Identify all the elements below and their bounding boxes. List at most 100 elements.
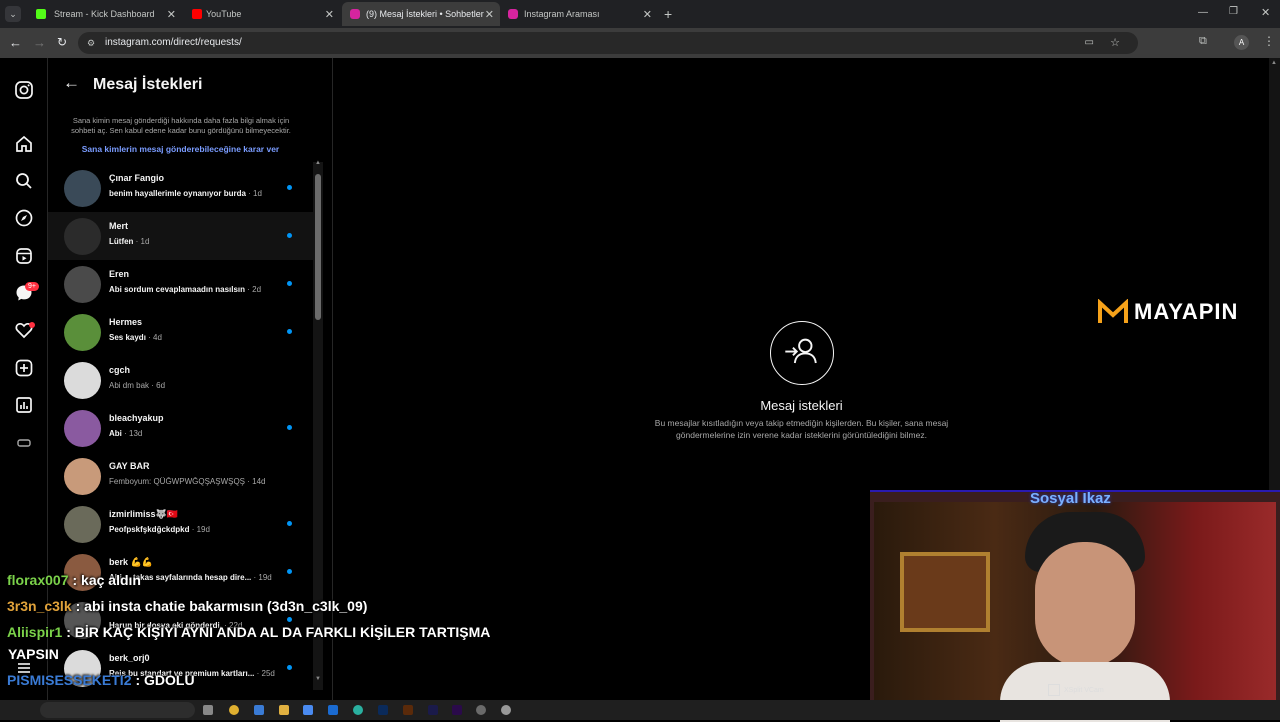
chat-user: PISMISESSEKETI2 [7, 672, 132, 688]
photoshop-icon[interactable] [378, 705, 388, 715]
vcam-label: XSplit VCam [1048, 684, 1104, 696]
request-name: berk_orj0 [109, 653, 150, 663]
new-tab-button[interactable]: + [664, 6, 672, 22]
chat-text: : kaç aldın [72, 572, 141, 588]
search-icon[interactable] [14, 171, 34, 191]
tab-instagram-requests[interactable]: (9) Mesaj İstekleri • Sohbetler ✕ [342, 2, 500, 26]
request-time: · 19d [191, 525, 210, 534]
url-text: instagram.com/direct/requests/ [105, 37, 242, 48]
restore-icon[interactable]: ❐ [1229, 6, 1238, 17]
site-info-icon[interactable]: ⚙ [87, 32, 95, 54]
avatar [64, 410, 101, 447]
tab-youtube[interactable]: YouTube ✕ [182, 4, 340, 24]
scrollbar-down-icon[interactable]: ▼ [315, 676, 321, 682]
taskbar-search[interactable] [40, 702, 195, 718]
request-preview: Peofpskfşkdğckdpkd · 19d [109, 525, 210, 534]
messages-badge: 9+ [25, 282, 39, 291]
request-message: Abi dm bak [109, 381, 150, 390]
scrollbar-up-icon[interactable]: ▲ [1271, 60, 1277, 66]
avatar [64, 458, 101, 495]
request-name: Hermes [109, 317, 143, 327]
request-item[interactable]: Hermes Ses kaydı · 4d [48, 308, 313, 356]
avatar [64, 506, 101, 543]
request-time: · 25d [256, 669, 275, 678]
xsplit-icon [1048, 684, 1060, 696]
request-item[interactable]: bleachyakup Abi · 13d [48, 404, 313, 452]
request-item[interactable]: Eren Abi sordum cevaplamaadın nasılsın · … [48, 260, 313, 308]
home-icon[interactable] [14, 134, 34, 154]
close-icon[interactable]: ✕ [167, 8, 176, 21]
premiere-icon[interactable] [452, 705, 462, 715]
add-person-icon [785, 338, 817, 364]
store-icon[interactable] [303, 705, 313, 715]
request-name: cgch [109, 365, 131, 375]
close-icon[interactable]: ✕ [485, 8, 494, 21]
scrollbar-up-icon[interactable]: ▲ [315, 160, 321, 166]
request-message: Peofpskfşkdğckdpkd [109, 525, 190, 534]
file-explorer-icon[interactable] [279, 705, 289, 715]
message-settings-link[interactable]: Sana kimlerin mesaj gönderebileceğine ka… [48, 144, 313, 154]
avatar [64, 218, 101, 255]
back-icon[interactable]: ← [9, 35, 22, 50]
reload-icon[interactable]: ↻ [57, 35, 67, 49]
minimize-icon[interactable]: — [1198, 7, 1208, 18]
instagram-logo-icon[interactable] [14, 80, 34, 100]
request-message: Abi sordum cevaplamaadın nasılsın [109, 285, 246, 294]
edge-icon[interactable] [353, 705, 363, 715]
webcam-frame: Sosyal Ikaz XSplit VCam [870, 490, 1280, 722]
request-item[interactable]: Mert Lütfen · 1d [48, 212, 313, 260]
install-app-icon[interactable]: ▭ [1085, 32, 1094, 54]
close-window-icon[interactable]: ✕ [1261, 6, 1270, 19]
requests-circle [770, 321, 834, 385]
dashboard-icon[interactable] [14, 395, 34, 415]
request-message: benim hayallerimle oynanıyor burda [109, 189, 246, 198]
request-time: · 13d [124, 429, 143, 438]
request-message: Abi [109, 429, 122, 438]
bookmark-star-icon[interactable]: ☆ [1110, 32, 1120, 54]
illustrator-icon[interactable] [403, 705, 413, 715]
request-time: · 19d [253, 573, 272, 582]
close-icon[interactable]: ✕ [325, 8, 334, 21]
scrollbar-thumb[interactable] [315, 174, 321, 320]
request-time: · 6d [151, 381, 166, 390]
request-item[interactable]: izmirlimiss🐺🇹🇷 Peofpskfşkdğckdpkd · 19d [48, 500, 313, 548]
tab-search-chevron-icon[interactable]: ⌄ [5, 6, 21, 22]
url-input[interactable]: ⚙ instagram.com/direct/requests/ ▭ ☆ [78, 32, 1138, 54]
task-view-icon[interactable] [203, 705, 213, 715]
tab-instagram-search[interactable]: Instagram Araması ✕ [500, 4, 658, 24]
avatar [64, 170, 101, 207]
menu-icon[interactable]: ⋮ [1263, 34, 1275, 48]
tab-strip: ⌄ Stream - Kick Dashboard ✕ YouTube ✕ (9… [0, 0, 1280, 28]
forward-icon[interactable]: → [33, 35, 46, 50]
request-item[interactable]: GAY BAR Femboyum: QÜĞWPWĞQŞAŞWŞQŞ · 14d [48, 452, 313, 500]
extensions-icon[interactable]: ⧉ [1199, 35, 1207, 48]
tab-title: YouTube [206, 9, 242, 19]
chrome-active-icon[interactable] [476, 705, 486, 715]
close-icon[interactable]: ✕ [643, 8, 652, 21]
tab-kick[interactable]: Stream - Kick Dashboard ✕ [22, 4, 182, 24]
profile-avatar[interactable]: A [1234, 35, 1249, 50]
notification-dot [29, 322, 35, 328]
request-name: bleachyakup [109, 413, 164, 423]
create-icon[interactable] [14, 358, 34, 378]
brand-logo: MAYAPIN [1098, 297, 1238, 327]
request-preview: Abi dm bak · 6d [109, 381, 165, 390]
chrome-icon[interactable] [229, 705, 239, 715]
request-item[interactable]: Çınar Fangio benim hayallerimle oynanıyor… [48, 164, 313, 212]
instagram-icon [508, 9, 518, 19]
back-arrow-icon[interactable]: ← [63, 73, 80, 93]
outlook-icon[interactable] [328, 705, 338, 715]
explore-icon[interactable] [14, 208, 34, 228]
request-time: · 1d [135, 237, 150, 246]
after-effects-icon[interactable] [428, 705, 438, 715]
reels-icon[interactable] [14, 246, 34, 266]
chat-message: YAPSIN [4, 646, 59, 662]
unread-dot [287, 233, 292, 238]
app-icon[interactable] [254, 705, 264, 715]
chat-text: YAPSIN [8, 646, 59, 662]
avatar [64, 362, 101, 399]
settings-icon[interactable] [501, 705, 511, 715]
request-item[interactable]: cgch Abi dm bak · 6d [48, 356, 313, 404]
threads-icon[interactable] [14, 433, 34, 453]
request-message: Lütfen [109, 237, 134, 246]
